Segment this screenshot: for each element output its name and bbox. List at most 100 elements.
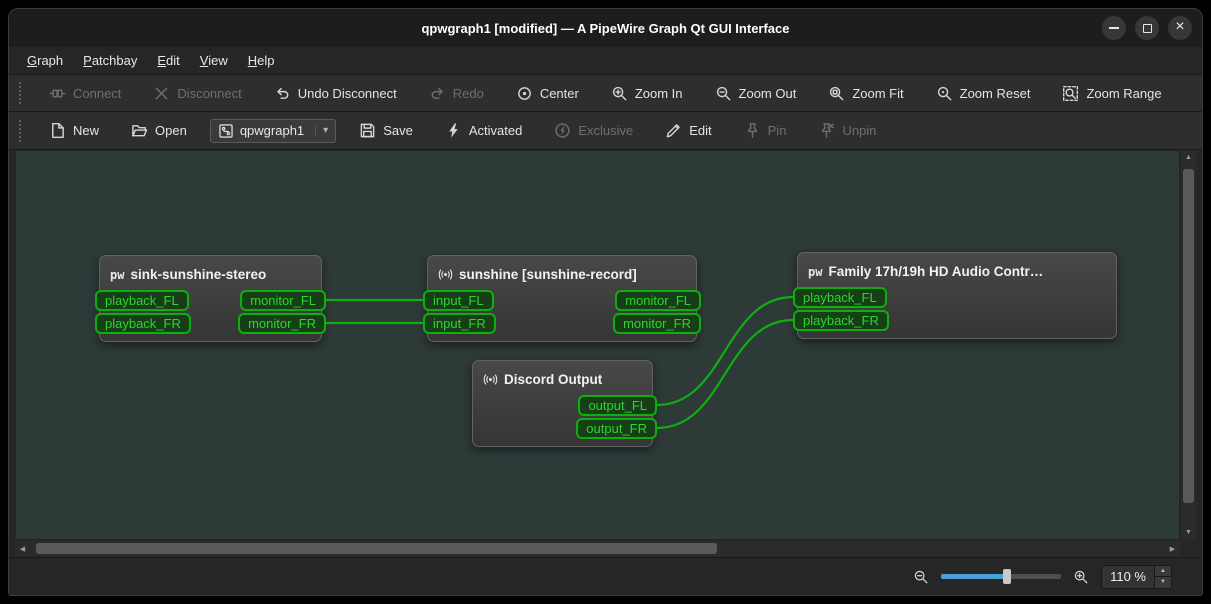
undo-icon [274,85,291,102]
patchbay-combo[interactable]: qpwgraph1 ▾ [209,118,337,143]
undo-disconnect-button[interactable]: Undo Disconnect [265,80,406,107]
activated-icon [445,122,462,139]
open-button[interactable]: Open [122,117,196,144]
exclusive-icon [554,122,571,139]
zoom-slider[interactable] [941,569,1062,584]
minimize-icon [1109,27,1119,29]
zoom-spinbox[interactable]: 110 % ▲ ▼ [1101,564,1172,589]
toolbar-button-label: Connect [73,85,122,101]
maximize-icon [1142,23,1152,33]
scroll-up-arrow[interactable]: ▲ [1181,150,1196,165]
zoom-value[interactable]: 110 % [1102,566,1154,588]
window-controls: × [1102,9,1192,47]
hscrollbar-row: ◀ ▶ [15,541,1196,557]
graph-canvas[interactable]: pw sink-sunshine-stereo playback_FL playbac… [15,150,1180,540]
disconnect-button: Disconnect [144,80,250,107]
toolbar-button-label: New [73,123,100,138]
maximize-button[interactable] [1135,16,1159,40]
horizontal-scrollbar[interactable]: ◀ ▶ [15,541,1180,556]
scroll-right-arrow[interactable]: ▶ [1165,541,1180,556]
center-icon [516,85,533,102]
connect-icon [49,85,66,102]
menu-help[interactable]: Help [238,47,285,74]
zoom-out-icon[interactable] [913,569,929,585]
toolbar-drag-handle[interactable] [19,82,24,104]
save-button[interactable]: Save [350,117,422,144]
horizontal-scrollbar-handle[interactable] [35,543,717,554]
zoom-out-button[interactable]: Zoom Out [706,80,806,107]
toolbar-button-label: Zoom Fit [852,85,904,101]
zoom-range-button[interactable]: Zoom Range [1053,80,1170,107]
zoom-spin-buttons: ▲ ▼ [1154,565,1171,588]
toolbar-button-label: Undo Disconnect [297,85,397,101]
patchbay-icon [218,123,234,139]
vertical-scrollbar-track[interactable] [1181,165,1196,525]
app-window: qpwgraph1 [modified] — A PipeWire Graph … [8,8,1203,596]
toolbar-button-label: Zoom Out [738,85,797,101]
center-button[interactable]: Center [507,80,588,107]
toolbar-drag-handle[interactable] [19,119,24,142]
horizontal-scrollbar-track[interactable] [30,541,1165,556]
open-icon [131,122,148,139]
exclusive-button: Exclusive [545,117,642,144]
main-area: pw sink-sunshine-stereo playback_FL playbac… [9,150,1202,557]
activated-button[interactable]: Activated [436,117,531,144]
zoom-fit-button[interactable]: Zoom Fit [819,80,912,107]
menu-view[interactable]: View [190,47,238,74]
zoom-slider-thumb[interactable] [1003,569,1012,584]
pin-icon [744,122,761,139]
menu-edit[interactable]: Edit [147,47,189,74]
scrollbar-corner [1180,541,1196,557]
zoom-fit-icon [828,85,845,102]
close-icon: × [1175,18,1185,35]
scroll-down-arrow[interactable]: ▼ [1181,525,1196,540]
new-icon [49,122,66,139]
scroll-left-arrow[interactable]: ◀ [15,541,30,556]
toolbar-button-label: Activated [468,123,523,138]
zoom-in-button[interactable]: Zoom In [602,80,692,107]
zoom-spin-up-button[interactable]: ▲ [1155,565,1171,576]
minimize-button[interactable] [1102,16,1126,40]
toolbar-button-label: Open [155,123,187,138]
toolbar-button-label: Zoom Range [1086,85,1162,101]
chevron-down-icon: ▾ [315,125,328,136]
menu-graph[interactable]: Graph [17,47,73,74]
edit-icon [665,122,682,139]
new-button[interactable]: New [40,117,108,144]
menubar: Graph Patchbay Edit View Help [9,47,1202,75]
toolbar-button-label: Pin [767,123,787,138]
edit-button[interactable]: Edit [656,117,720,144]
zoom-in-icon[interactable] [1073,569,1089,585]
statusbar: 110 % ▲ ▼ [9,557,1202,595]
toolbar-button-label: Save [383,123,413,138]
toolbar-button-label: Zoom Reset [959,85,1031,101]
connection-wire[interactable] [656,318,794,430]
patchbay-combo-value: qpwgraph1 [239,123,305,138]
zoom-slider-fill [941,574,1008,579]
vertical-scrollbar-handle[interactable] [1183,168,1194,504]
vertical-scrollbar[interactable]: ▲ ▼ [1181,150,1196,540]
canvas-wrap: pw sink-sunshine-stereo playback_FL playbac… [15,150,1196,540]
titlebar[interactable]: qpwgraph1 [modified] — A PipeWire Graph … [9,9,1202,47]
toolbar-button-label: Redo [452,85,484,101]
connection-wire[interactable] [656,295,794,407]
zoom-spin-down-button[interactable]: ▼ [1155,576,1171,588]
toolbar-button-label: Disconnect [177,85,242,101]
toolbar-button-label: Edit [689,123,712,138]
zoom-in-icon [611,85,628,102]
unpin-button: Unpin [809,117,885,144]
save-icon [359,122,376,139]
close-button[interactable]: × [1168,16,1192,40]
zoom-out-icon [715,85,732,102]
redo-icon [429,85,446,102]
toolbar-button-label: Exclusive [578,123,634,138]
zoom-reset-icon [936,85,953,102]
zoom-reset-button[interactable]: Zoom Reset [927,80,1040,107]
pin-button: Pin [735,117,796,144]
zoom-range-icon [1062,85,1079,102]
toolbar-button-label: Center [539,85,579,101]
disconnect-icon [153,85,170,102]
menu-patchbay[interactable]: Patchbay [73,47,147,74]
redo-button: Redo [420,80,493,107]
window-title: qpwgraph1 [modified] — A PipeWire Graph … [421,20,790,36]
